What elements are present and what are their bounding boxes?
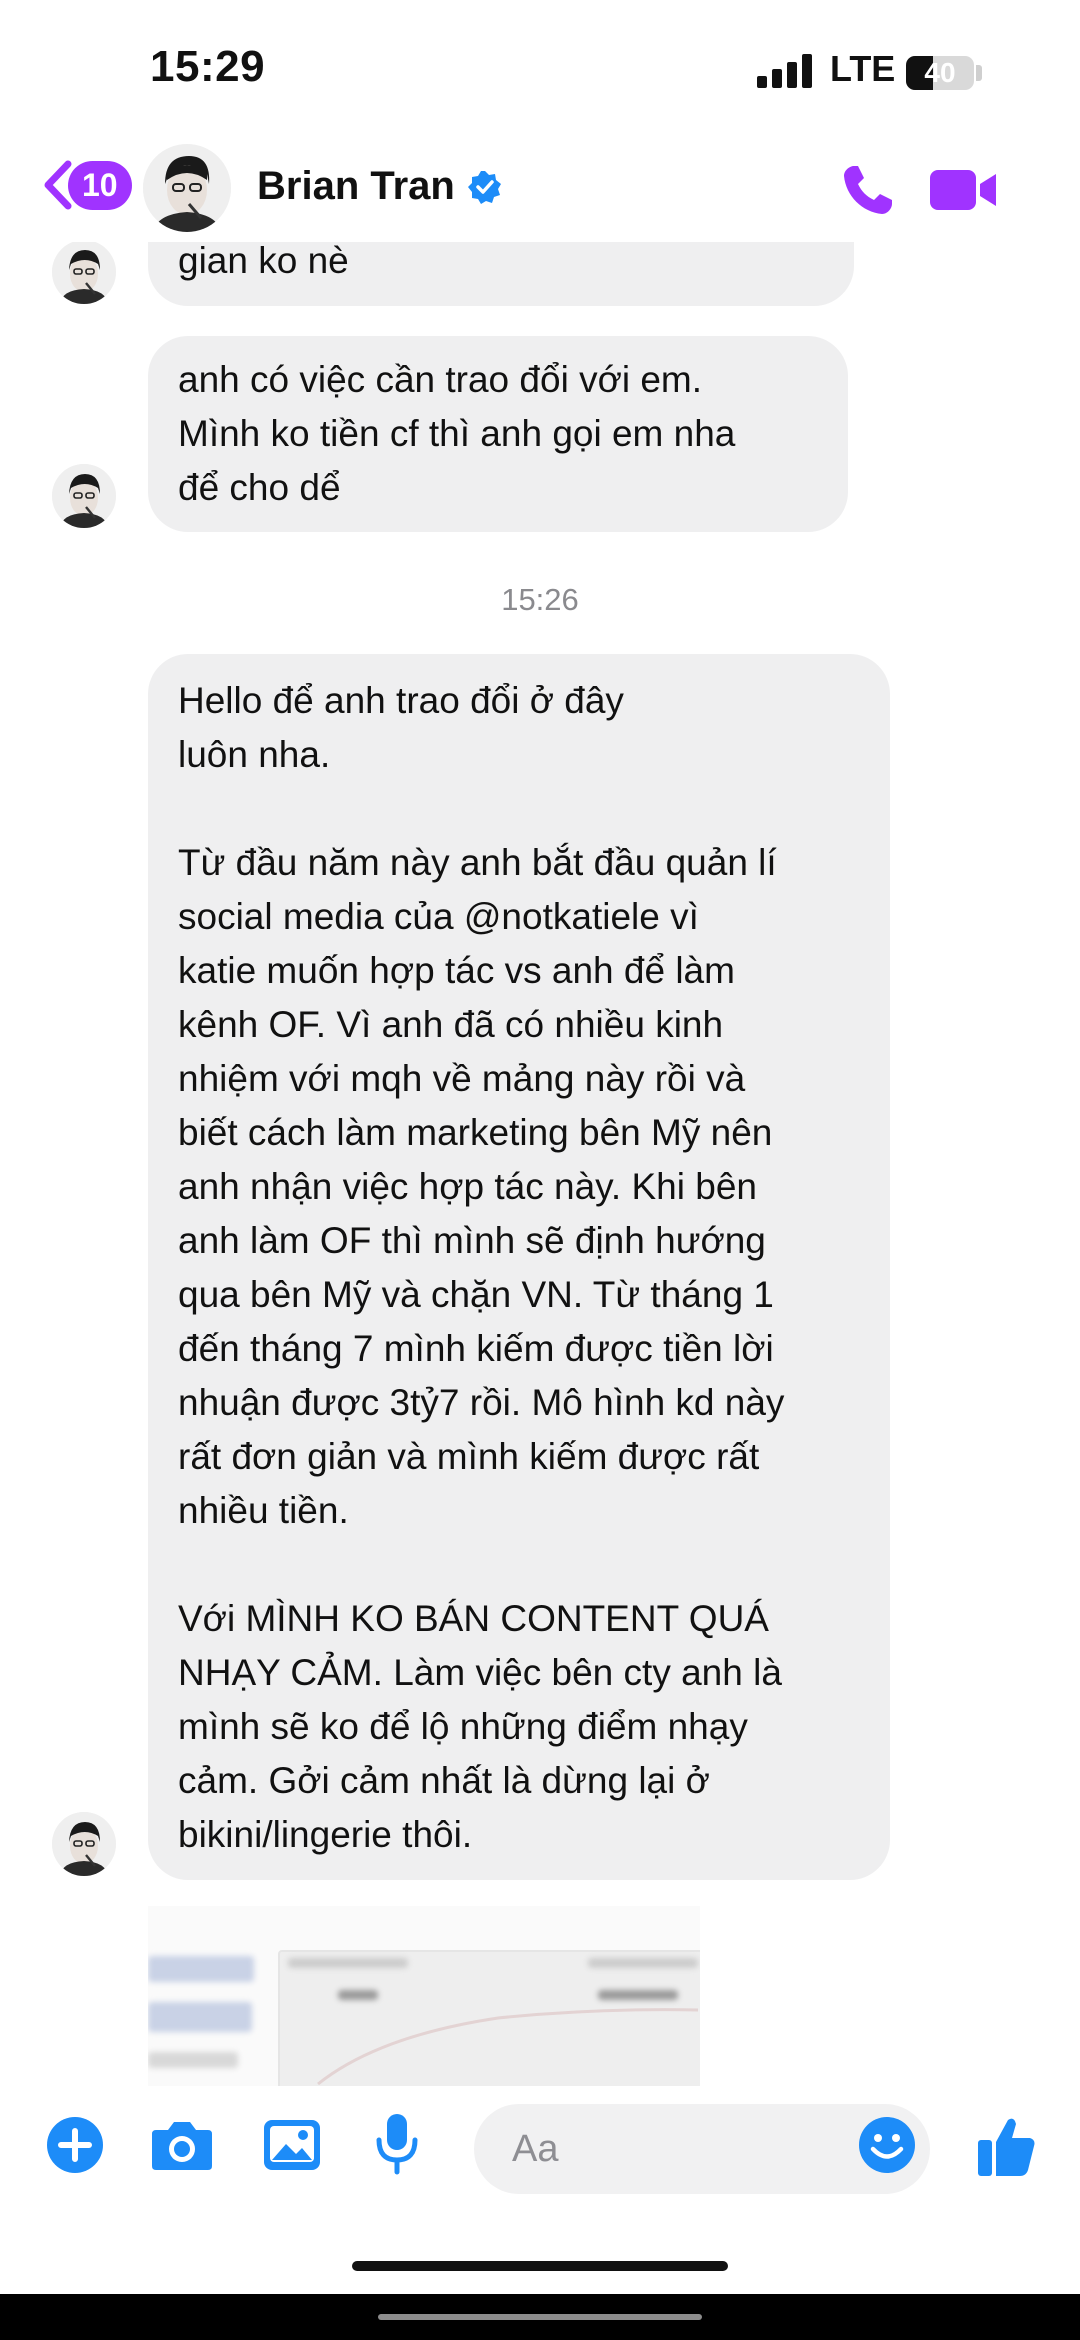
message-input-placeholder: Aa — [512, 2128, 559, 2170]
message-line: kênh OF. Vì anh đã có nhiều kinh — [178, 1004, 724, 1045]
verified-badge-icon — [468, 171, 501, 204]
message-line: Từ đầu năm này anh bắt đầu quản lí — [178, 842, 777, 883]
message-line: anh làm OF thì mình sẽ định hướng — [178, 1220, 766, 1261]
image-attachment[interactable] — [148, 1906, 700, 2086]
message-line: nhiệm với mqh về mảng này rồi và — [178, 1058, 746, 1099]
sender-avatar — [52, 240, 116, 304]
image-icon[interactable] — [262, 2118, 322, 2172]
message-line: luôn nha. — [178, 734, 331, 775]
messenger-screen: 15:29 LTE 40 10 Brian Tran gian ko nè an… — [0, 0, 1080, 2340]
message-bubble[interactable]: Hello để anh trao đổi ở đây luôn nha. Từ đ… — [148, 654, 890, 1880]
system-navigation-bar — [0, 2294, 1080, 2340]
message-line: NHẠY CẢM. Làm việc bên cty anh là — [178, 1652, 782, 1693]
message-composer: Aa — [0, 2098, 1080, 2200]
battery-percent: 40 — [924, 57, 956, 88]
status-bar: 15:29 LTE 40 — [0, 0, 1080, 130]
message-line: đến tháng 7 mình kiếm được tiền lời — [178, 1328, 774, 1369]
video-camera-icon[interactable] — [930, 166, 998, 214]
message-line — [178, 782, 860, 836]
message-line: social media của @notkatiele vì — [178, 896, 699, 937]
emoji-icon[interactable] — [858, 2116, 916, 2174]
unread-badge: 10 — [68, 160, 132, 210]
phone-icon[interactable] — [840, 162, 896, 218]
message-line: bikini/lingerie thôi. — [178, 1814, 473, 1855]
message-timestamp: 15:26 — [501, 582, 579, 617]
sender-avatar — [52, 464, 116, 528]
plus-icon[interactable] — [46, 2116, 104, 2174]
message-line: biết cách làm marketing bên Mỹ nên — [178, 1112, 773, 1153]
status-time: 15:29 — [150, 42, 266, 91]
contact-name[interactable]: Brian Tran — [257, 164, 455, 209]
camera-icon[interactable] — [150, 2118, 214, 2172]
network-label: LTE — [830, 48, 896, 89]
home-indicator — [352, 2261, 728, 2271]
thumbs-up-icon[interactable] — [976, 2114, 1038, 2178]
battery-icon: 40 — [906, 56, 974, 90]
message-line: Với MÌNH KO BÁN CONTENT QUÁ — [178, 1598, 769, 1639]
message-line: nhiều tiền. — [178, 1490, 349, 1531]
microphone-icon[interactable] — [374, 2112, 420, 2176]
sender-avatar — [52, 1812, 116, 1876]
message-line: anh nhận việc hợp tác này. Khi bên — [178, 1166, 757, 1207]
message-line: cảm. Gởi cảm nhất là dừng lại ở — [178, 1760, 710, 1801]
contact-avatar[interactable] — [143, 144, 231, 232]
conversation-header: 10 Brian Tran — [0, 130, 1080, 242]
signal-icon — [757, 54, 813, 88]
back-button[interactable]: 10 — [40, 156, 132, 214]
message-line: nhuận được 3tỷ7 rồi. Mô hình kd này — [178, 1382, 785, 1423]
message-line: Hello để anh trao đổi ở đây — [178, 680, 624, 721]
message-line: rất đơn giản và mình kiếm được rất — [178, 1436, 760, 1477]
message-line: qua bên Mỹ và chặn VN. Từ tháng 1 — [178, 1274, 774, 1315]
message-line: mình sẽ ko để lộ những điểm nhạy — [178, 1706, 748, 1747]
message-line: katie muốn hợp tác vs anh để làm — [178, 950, 735, 991]
message-line — [178, 1538, 860, 1592]
message-bubble[interactable]: anh có việc cần trao đổi với em. Mình ko… — [148, 336, 848, 532]
